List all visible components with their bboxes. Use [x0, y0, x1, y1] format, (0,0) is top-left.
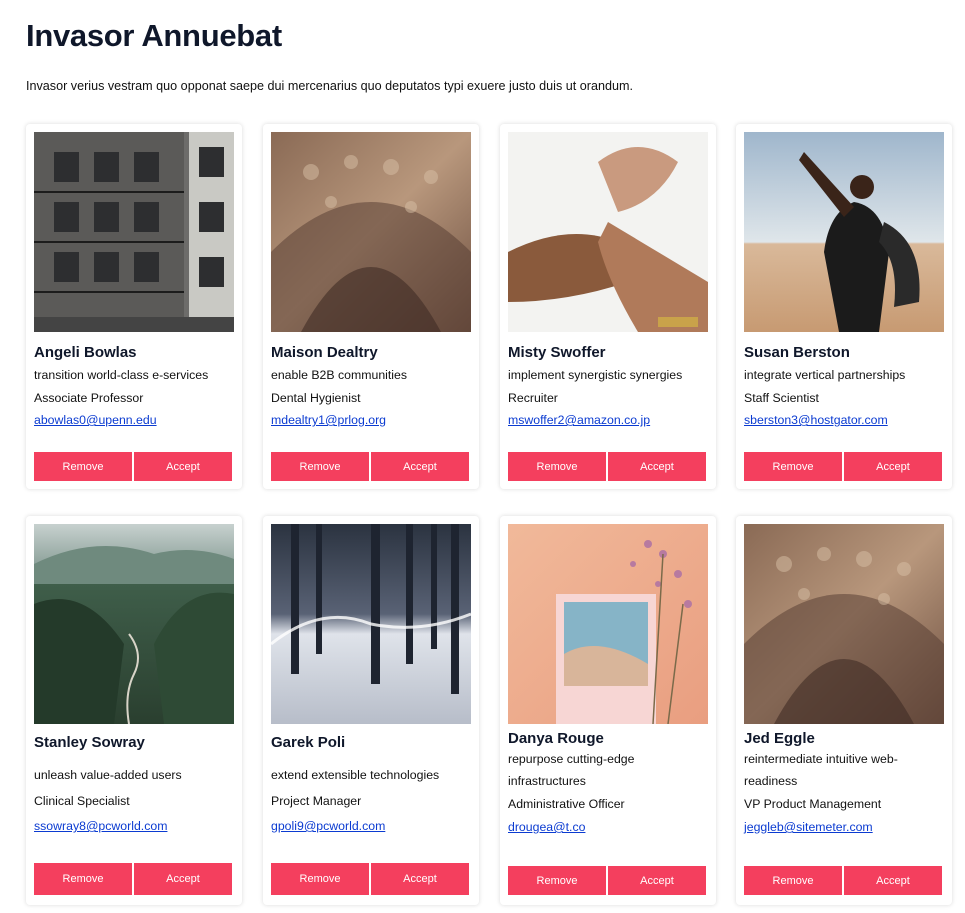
polaroid-flowers-photo [508, 524, 708, 724]
page-subtitle: Invasor verius vestram quo opponat saepe… [26, 79, 633, 93]
card-tagline: reintermediate intuitive web-readiness [744, 752, 898, 788]
card-name: Susan Berston [744, 344, 850, 361]
card-name: Garek Poli [271, 734, 346, 751]
accept-button[interactable]: Accept [844, 452, 942, 481]
card-name: Stanley Sowray [34, 734, 145, 751]
card-role: VP Product Management [744, 797, 882, 811]
card-email-link[interactable]: mdealtry1@prlog.org [271, 413, 386, 427]
card-role: Project Manager [271, 794, 362, 808]
remove-button[interactable]: Remove [271, 452, 369, 481]
valley-photo [34, 524, 234, 724]
snow-forest-photo [271, 524, 471, 724]
card-role: Recruiter [508, 391, 558, 405]
card-email-link[interactable]: ssowray8@pcworld.com [34, 819, 167, 833]
remove-button[interactable]: Remove [271, 863, 369, 895]
card-email-link[interactable]: abowlas0@upenn.edu [34, 413, 157, 427]
accept-button[interactable]: Accept [134, 452, 232, 481]
card-role: Staff Scientist [744, 391, 819, 405]
accept-button[interactable]: Accept [371, 452, 469, 481]
accept-button[interactable]: Accept [608, 452, 706, 481]
remove-button[interactable]: Remove [508, 452, 606, 481]
card-name: Maison Dealtry [271, 344, 378, 361]
remove-button[interactable]: Remove [744, 452, 842, 481]
accept-button[interactable]: Accept [371, 863, 469, 895]
card-tagline: unleash value-added users [34, 768, 182, 782]
page-title: Invasor Annuebat [26, 18, 282, 53]
profile-card: Maison Dealtry enable B2B communities De… [263, 124, 479, 489]
profile-card: Garek Poli extend extensible technologie… [263, 516, 479, 905]
card-role: Dental Hygienist [271, 391, 361, 405]
card-name: Jed Eggle [744, 730, 815, 747]
card-tagline: extend extensible technologies [271, 768, 440, 782]
card-name: Misty Swoffer [508, 344, 606, 361]
card-actions: Remove Accept [744, 866, 942, 895]
card-actions: Remove Accept [271, 452, 469, 481]
profile-card: Danya Rouge repurpose cutting-edge infra… [500, 516, 716, 905]
card-role: Administrative Officer [508, 797, 625, 811]
card-tagline: enable B2B communities [271, 368, 408, 382]
card-tagline: transition world-class e-services [34, 368, 209, 382]
card-email-link[interactable]: jeggleb@sitemeter.com [744, 820, 873, 834]
remove-button[interactable]: Remove [34, 863, 132, 895]
card-email-link[interactable]: sberston3@hostgator.com [744, 413, 888, 427]
card-name: Danya Rouge [508, 730, 604, 747]
card-actions: Remove Accept [508, 452, 706, 481]
card-tagline: repurpose cutting-edge infrastructures [508, 752, 635, 788]
card-role: Associate Professor [34, 391, 144, 405]
card-email-link[interactable]: gpoli9@pcworld.com [271, 819, 385, 833]
card-name: Angeli Bowlas [34, 344, 137, 361]
card-tagline: implement synergistic synergies [508, 368, 683, 382]
profile-card: Misty Swoffer implement synergistic syne… [500, 124, 716, 489]
card-actions: Remove Accept [34, 863, 232, 895]
card-actions: Remove Accept [508, 866, 706, 895]
building-photo [34, 132, 234, 332]
card-email-link[interactable]: mswoffer2@amazon.co.jp [508, 413, 650, 427]
profile-card: Stanley Sowray unleash value-added users… [26, 516, 242, 905]
arch-photo [271, 132, 471, 332]
hands-photo [508, 132, 708, 332]
accept-button[interactable]: Accept [134, 863, 232, 895]
card-tagline: integrate vertical partnerships [744, 368, 906, 382]
remove-button[interactable]: Remove [34, 452, 132, 481]
desert-portrait-photo [744, 132, 944, 332]
remove-button[interactable]: Remove [508, 866, 606, 895]
profile-card: Susan Berston integrate vertical partner… [736, 124, 952, 489]
profile-card: Angeli Bowlas transition world-class e-s… [26, 124, 242, 489]
card-actions: Remove Accept [744, 452, 942, 481]
arch-photo [744, 524, 944, 724]
remove-button[interactable]: Remove [744, 866, 842, 895]
card-role: Clinical Specialist [34, 794, 130, 808]
accept-button[interactable]: Accept [844, 866, 942, 895]
card-email-link[interactable]: drougea@t.co [508, 820, 585, 834]
profile-card: Jed Eggle reintermediate intuitive web-r… [736, 516, 952, 905]
card-actions: Remove Accept [34, 452, 232, 481]
card-actions: Remove Accept [271, 863, 469, 895]
accept-button[interactable]: Accept [608, 866, 706, 895]
